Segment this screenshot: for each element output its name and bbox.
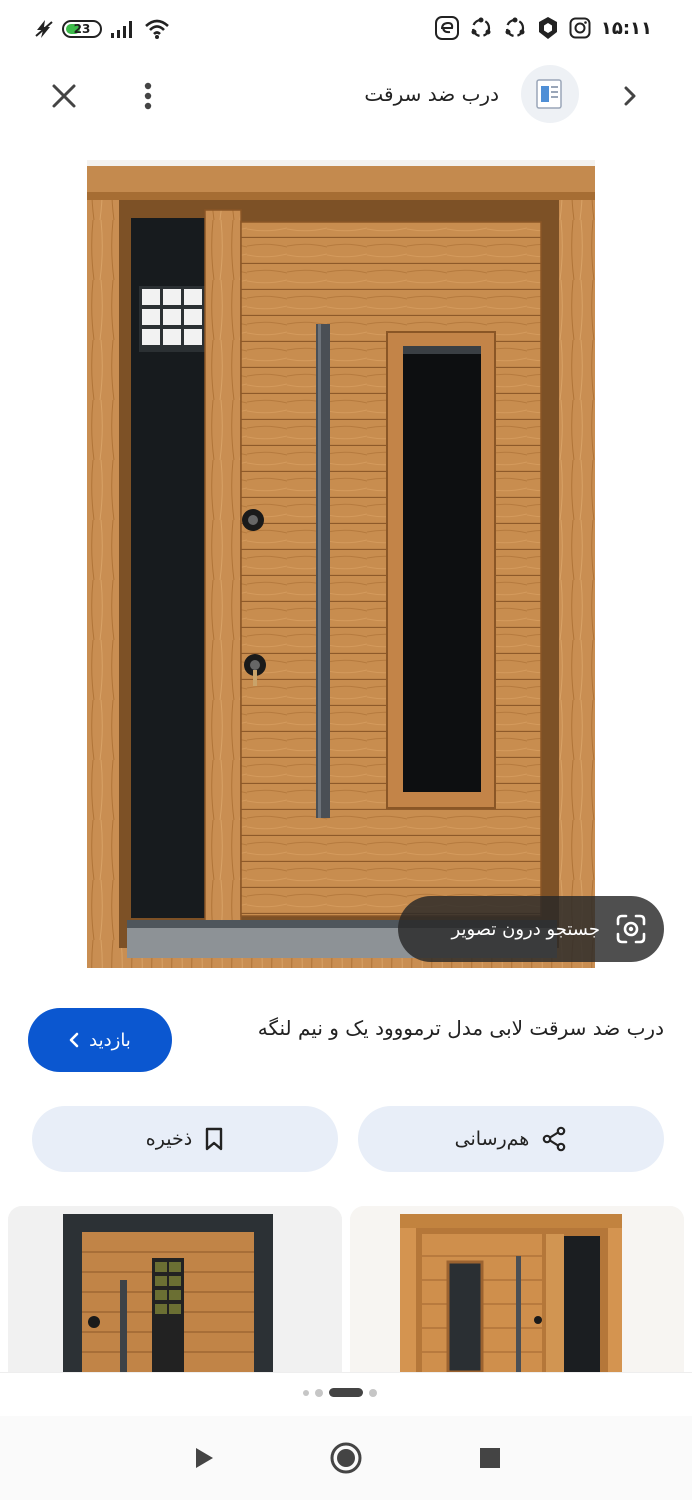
top-app-bar: درب ضد سرقت [0,60,692,132]
site-favicon[interactable] [521,65,579,123]
wifi-icon [145,19,169,39]
charging-icon [35,20,53,38]
visit-button[interactable]: بازدید [28,1008,172,1072]
page-title[interactable]: درب ضد سرقت [364,82,499,106]
recents-square-icon [480,1448,500,1468]
related-door-image [8,1206,342,1372]
system-navigation-bar [0,1416,692,1500]
sidelight-grid [139,286,205,352]
more-options-button[interactable] [124,72,172,120]
edge-app-icon [434,16,459,40]
close-button[interactable] [40,72,88,120]
back-triangle-icon [196,1448,213,1468]
shield-icon [538,17,557,39]
share-label: هم‌رسانی [454,1128,530,1150]
save-label: ذخیره [145,1128,193,1150]
document-icon [536,79,562,109]
related-image-thumbnail[interactable] [8,1206,342,1372]
door-image[interactable] [87,160,595,968]
signal-icon [111,21,132,38]
visit-label: بازدید [89,1029,131,1051]
instagram-icon [569,17,591,39]
share-button[interactable]: هم‌رسانی [358,1106,664,1172]
status-bar-left: 23 [34,18,170,40]
related-image-thumbnail[interactable] [350,1206,684,1372]
battery-indicator: 23 [62,20,102,38]
carousel-dot [315,1388,323,1397]
sync-icon [505,17,525,38]
close-icon [52,84,76,108]
carousel-dot [369,1388,377,1397]
related-door-image [350,1206,684,1372]
recents-button[interactable] [468,1436,512,1480]
home-button[interactable] [324,1436,368,1480]
back-button[interactable] [182,1436,226,1480]
carousel-dot-active [329,1388,363,1397]
battery-level: 23 [73,22,91,36]
sync-icon [471,17,491,38]
bookmark-icon [205,1127,223,1151]
home-circle-icon [330,1442,362,1474]
forward-button[interactable] [606,72,654,120]
chevron-right-icon [624,86,636,106]
save-button[interactable]: ذخیره [32,1106,338,1172]
share-icon [543,1126,566,1152]
carousel-indicator [303,1388,377,1397]
search-in-image-label: جستجو درون تصویر [451,918,600,940]
clock: ۱۵:۱۱ [600,17,652,39]
carousel-dot [303,1389,309,1396]
lens-icon [616,914,646,944]
chevron-left-icon [69,1032,79,1048]
status-bar-right: ۱۵:۱۱ [434,16,652,40]
more-vertical-icon [144,82,152,110]
result-caption: درب ضد سرقت لابی مدل ترمووود یک و نیم لن… [257,1016,664,1040]
status-bar: 23 ۱۵:۱۱ [0,0,692,60]
search-in-image-button[interactable]: جستجو درون تصویر [398,896,664,962]
